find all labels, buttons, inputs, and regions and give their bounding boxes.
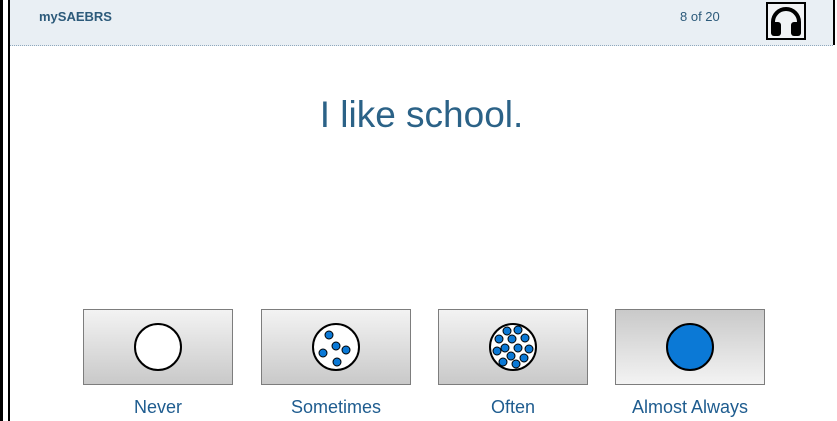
- answer-sometimes-button[interactable]: [261, 309, 411, 385]
- header-bar: mySAEBRS 8 of 20: [10, 0, 833, 46]
- answer-almost-always-button[interactable]: [615, 309, 765, 385]
- empty-circle-icon: [134, 323, 182, 371]
- headphones-icon: [771, 7, 801, 36]
- filled-circle-icon: [666, 323, 714, 371]
- many-dots-circle-icon: [489, 323, 537, 371]
- answer-often-label: Often: [490, 397, 536, 417]
- right-frame-border: [833, 0, 835, 45]
- answer-often-button[interactable]: [438, 309, 588, 385]
- audio-button[interactable]: [766, 2, 806, 40]
- answer-sometimes-label: Sometimes: [290, 397, 382, 417]
- left-frame-border-inner: [8, 0, 10, 421]
- answer-never-label: Never: [133, 397, 182, 417]
- few-dots-circle-icon: [312, 323, 360, 371]
- left-frame-border: [0, 0, 3, 421]
- app-title: mySAEBRS: [39, 9, 112, 24]
- question-text: I like school.: [319, 94, 524, 135]
- answer-almost-always-label: Almost Always: [631, 397, 749, 417]
- question-progress: 8 of 20: [680, 9, 720, 24]
- answer-never-button[interactable]: [83, 309, 233, 385]
